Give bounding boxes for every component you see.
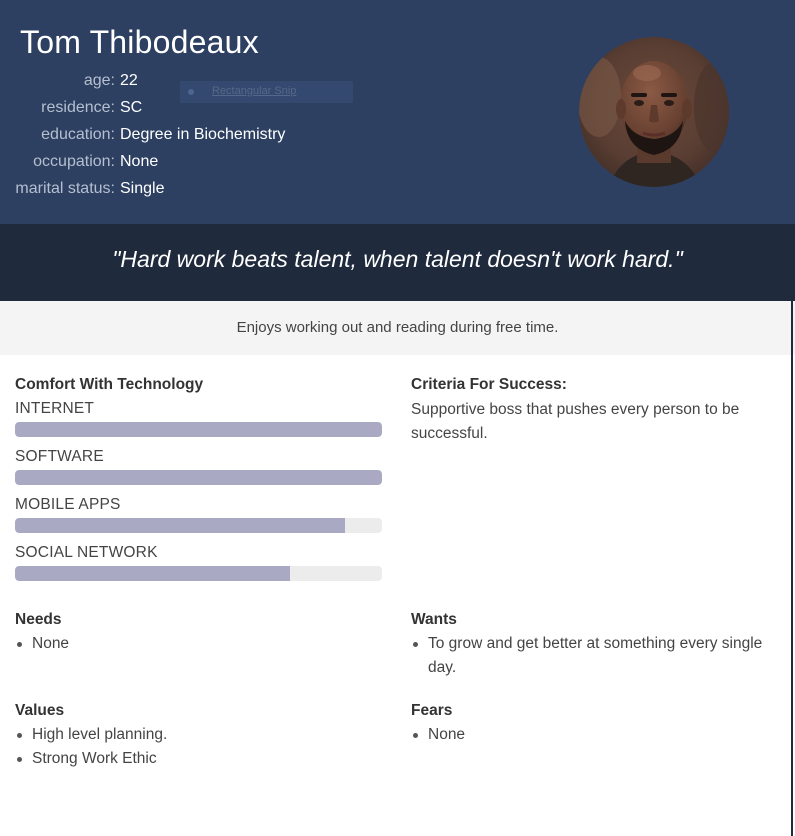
wants-list: To grow and get better at something ever… bbox=[411, 632, 781, 680]
fact-label: education: bbox=[41, 126, 115, 143]
list-item: To grow and get better at something ever… bbox=[411, 632, 781, 680]
quote-band: "Hard work beats talent, when talent doe… bbox=[0, 224, 795, 301]
list-item: Strong Work Ethic bbox=[15, 747, 375, 771]
list-item: None bbox=[15, 632, 375, 656]
tech-label-mobile-apps: MOBILE APPS bbox=[15, 496, 121, 513]
tech-bar-social-network bbox=[15, 566, 382, 581]
values-list: High level planning. Strong Work Ethic bbox=[15, 723, 375, 771]
fact-marital-status: marital status: Single bbox=[0, 180, 300, 207]
tech-bar-fill bbox=[15, 518, 346, 533]
values-heading: Values bbox=[15, 702, 65, 719]
fact-label: occupation: bbox=[33, 153, 115, 170]
fact-value: SC bbox=[120, 99, 143, 116]
right-border bbox=[791, 224, 793, 836]
fact-value: 22 bbox=[120, 72, 138, 89]
list-item: High level planning. bbox=[15, 723, 375, 747]
bio-band: Enjoys working out and reading during fr… bbox=[0, 301, 795, 355]
fact-value: Degree in Biochemistry bbox=[120, 126, 286, 143]
persona-name: Tom Thibodeaux bbox=[20, 24, 259, 60]
fact-value: None bbox=[120, 153, 159, 170]
fact-label: marital status: bbox=[15, 180, 115, 197]
fact-label: age: bbox=[83, 72, 115, 89]
criteria-heading: Criteria For Success: bbox=[411, 376, 567, 393]
tech-bar-software bbox=[15, 470, 382, 485]
list-item: None bbox=[411, 723, 771, 747]
fears-heading: Fears bbox=[411, 702, 453, 719]
tech-label-software: SOFTWARE bbox=[15, 448, 104, 465]
criteria-text: Supportive boss that pushes every person… bbox=[411, 401, 740, 442]
needs-list: None bbox=[15, 632, 375, 656]
profile-header: Tom Thibodeaux age: 22 residence: SC edu… bbox=[0, 0, 795, 224]
fact-label: residence: bbox=[41, 99, 115, 116]
persona-bio: Enjoys working out and reading during fr… bbox=[236, 319, 559, 336]
avatar bbox=[579, 37, 729, 187]
snip-label: Rectangular Snip bbox=[212, 85, 297, 97]
fact-residence: residence: SC bbox=[0, 99, 300, 126]
fact-occupation: occupation: None bbox=[0, 153, 300, 180]
technology-heading: Comfort With Technology bbox=[15, 376, 204, 393]
tech-bar-internet bbox=[15, 422, 382, 437]
persona-quote: "Hard work beats talent, when talent doe… bbox=[112, 246, 683, 272]
snip-icon bbox=[188, 89, 194, 95]
tech-bar-fill bbox=[15, 566, 291, 581]
tech-label-social-network: SOCIAL NETWORK bbox=[15, 544, 158, 561]
wants-heading: Wants bbox=[411, 611, 457, 628]
needs-heading: Needs bbox=[15, 611, 62, 628]
tech-bar-mobile-apps bbox=[15, 518, 382, 533]
fact-value: Single bbox=[120, 180, 165, 197]
avatar-photo bbox=[579, 37, 729, 187]
fears-list: None bbox=[411, 723, 771, 747]
tech-bar-fill bbox=[15, 422, 382, 437]
rectangular-snip-overlay[interactable]: Rectangular Snip bbox=[180, 81, 353, 103]
fact-education: education: Degree in Biochemistry bbox=[0, 126, 300, 153]
tech-bar-fill bbox=[15, 470, 382, 485]
tech-label-internet: INTERNET bbox=[15, 400, 95, 417]
